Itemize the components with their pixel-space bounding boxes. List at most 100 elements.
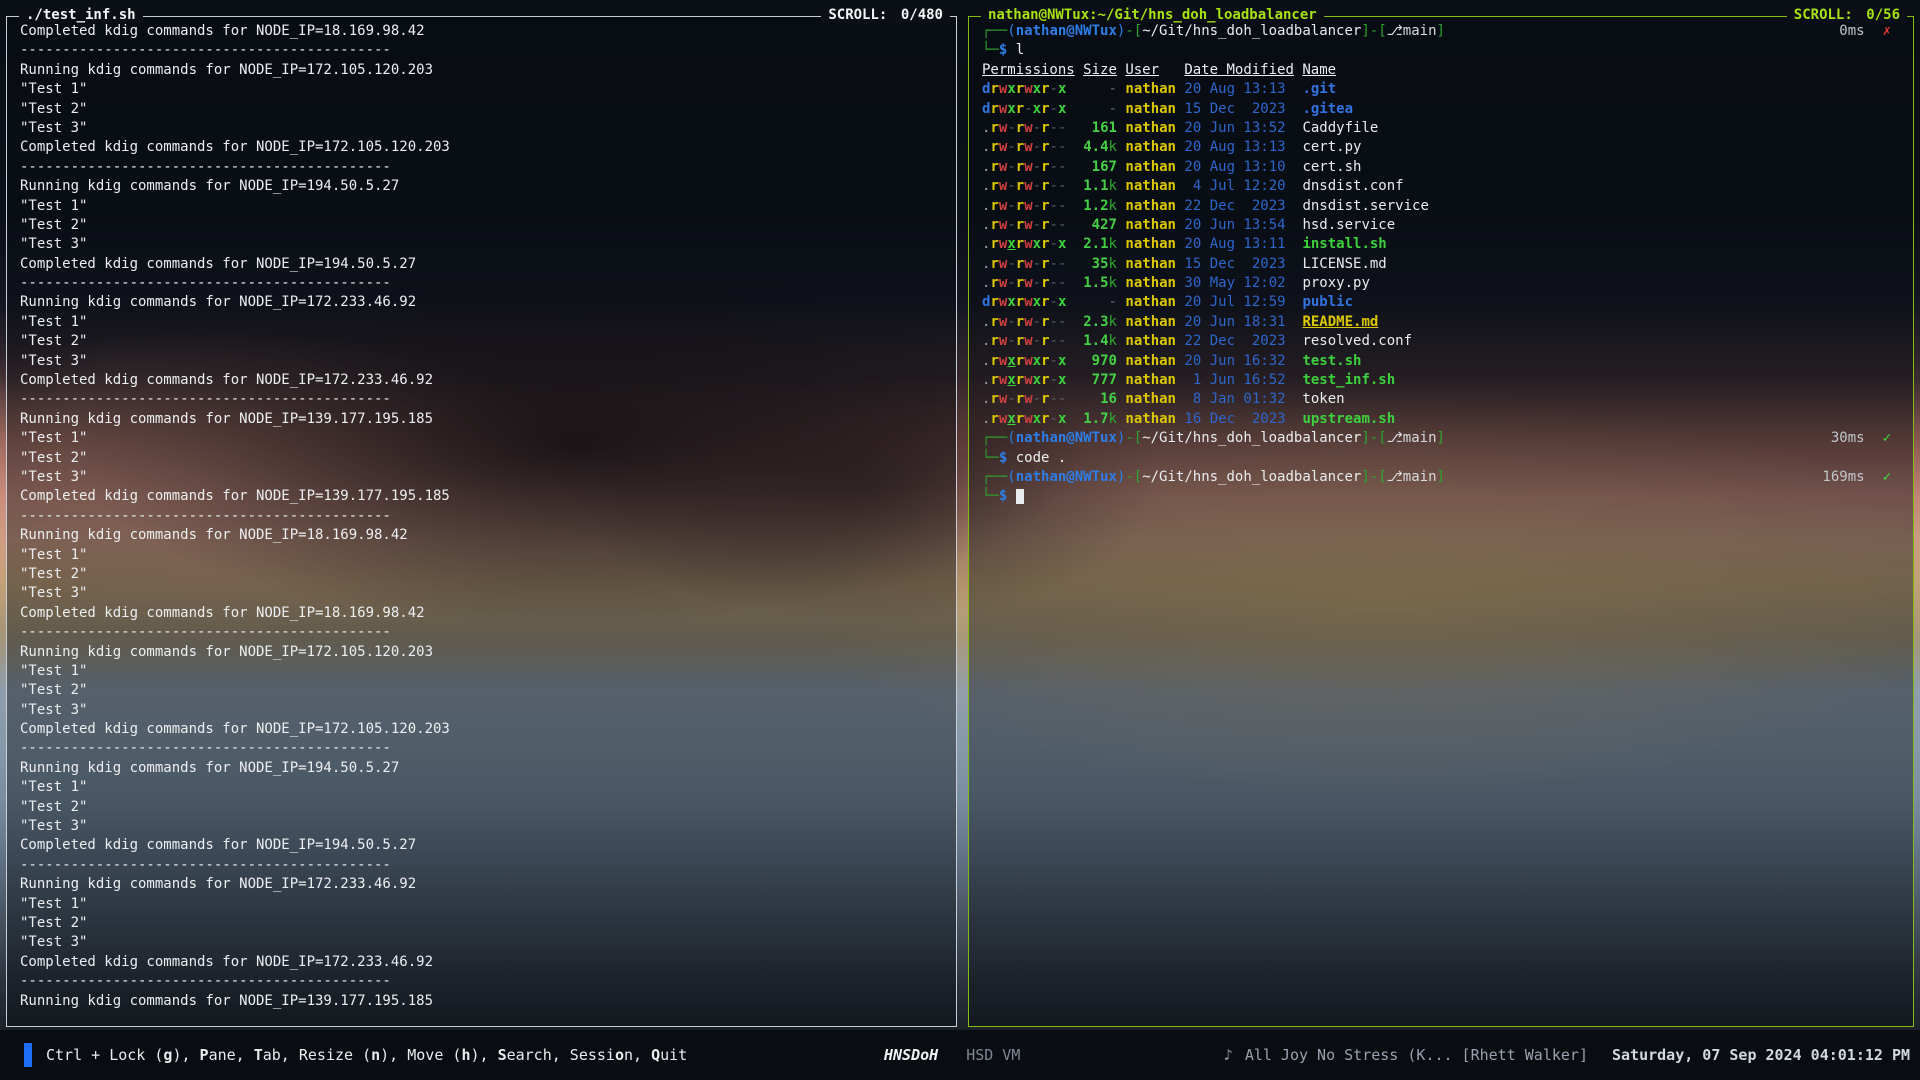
tab-hsd-vm[interactable]: HSD VM [966,1046,1020,1064]
prompt-user-host: nathan@NWTux [1016,430,1117,446]
file-size: 777 [1092,372,1117,388]
terminal-line: "Test 1" [20,778,950,797]
keybinding-label: Ctrl + Lock ( [46,1046,163,1064]
pane-test-inf-script[interactable]: ./test_inf.sh SCROLL:0/480 Completed kdi… [6,16,957,1027]
terminal-line: "Test 3" [20,701,950,720]
terminal-line: "Test 1" [20,429,950,448]
terminal-line: "Test 3" [20,352,950,371]
file-name: dnsdist.conf [1302,178,1403,194]
prompt-user-host: nathan@NWTux [1016,23,1117,39]
file-date: 16 Dec 2023 [1184,411,1285,427]
file-row: .rw-rw-r-- 1.5k nathan 30 May 12:02 prox… [982,274,1907,293]
file-name: .git [1302,81,1336,97]
file-date: 22 Dec 2023 [1184,198,1285,214]
prompt-path: ~/Git/hns_doh_loadbalancer [1142,23,1361,39]
file-date: 22 Dec 2023 [1184,333,1285,349]
file-row: .rw-rw-r-- 167 nathan 20 Aug 13:10 cert.… [982,158,1907,177]
keybinding-label: ), [470,1046,497,1064]
scroll-value: 0/56 [1866,7,1900,23]
terminal-cursor[interactable] [1016,489,1024,504]
file-owner: nathan [1125,81,1176,97]
terminal-line: "Test 2" [20,798,950,817]
file-row: drwxrwxr-x - nathan 20 Aug 13:13 .git [982,80,1907,99]
terminal-line: "Test 2" [20,332,950,351]
terminal-line: ----------------------------------------… [20,623,950,642]
file-row: .rw-rw-r-- 427 nathan 20 Jun 13:54 hsd.s… [982,216,1907,235]
shortcut-key: P [200,1046,209,1064]
terminal-line: Completed kdig commands for NODE_IP=194.… [20,255,950,274]
terminal-line: Completed kdig commands for NODE_IP=172.… [20,720,950,739]
terminal-line: "Test 3" [20,468,950,487]
file-owner: nathan [1125,275,1176,291]
file-name: upstream.sh [1302,411,1395,427]
file-name: Caddyfile [1302,120,1378,136]
command-text: code . [1007,450,1066,466]
file-row: .rw-rw-r-- 16 nathan 8 Jan 01:32 token [982,390,1907,409]
file-row: drwxrwxr-x - nathan 20 Jul 12:59 public [982,293,1907,312]
file-size: 1.1 [1083,178,1108,194]
terminal-line: Completed kdig commands for NODE_IP=18.1… [20,22,950,41]
file-row: .rwxrwxr-x 1.7k nathan 16 Dec 2023 upstr… [982,410,1907,429]
shortcut-key: n [371,1046,380,1064]
file-date: 30 May 12:02 [1184,275,1285,291]
prompt-line: ┌──(nathan@NWTux)-[~/Git/hns_doh_loadbal… [982,429,1907,448]
command-status: 169ms✓ [1822,468,1891,487]
cross-icon: ✗ [1883,22,1891,41]
status-bar: Ctrl + Lock (g), Pane, Tab, Resize (n), … [0,1030,1920,1080]
file-size-unit: k [1109,236,1117,252]
file-owner: nathan [1125,391,1176,407]
terminal-line: Running kdig commands for NODE_IP=172.23… [20,875,950,894]
file-owner: nathan [1125,101,1176,117]
command-text [1007,488,1015,504]
pane-shell[interactable]: nathan@NWTux:~/Git/hns_doh_loadbalancer … [968,16,1914,1027]
file-date: 20 Aug 13:13 [1184,139,1285,155]
git-branch-name: main [1403,469,1437,485]
file-date: 20 Jun 13:54 [1184,217,1285,233]
terminal-line: "Test 2" [20,449,950,468]
keybinding-label: uit [660,1046,687,1064]
terminal-line: "Test 3" [20,584,950,603]
music-note-icon: ♪ [1224,1046,1233,1064]
file-owner: nathan [1125,120,1176,136]
file-size: 970 [1092,353,1117,369]
terminal-line: Running kdig commands for NODE_IP=139.17… [20,410,950,429]
terminal-line: Completed kdig commands for NODE_IP=194.… [20,836,950,855]
prompt-frame: ┌── [982,469,1007,485]
command-line: └─$ [982,487,1907,506]
terminal-line: "Test 2" [20,216,950,235]
terminal-line: Running kdig commands for NODE_IP=194.50… [20,177,950,196]
terminal-line: ----------------------------------------… [20,739,950,758]
file-row: .rw-rw-r-- 161 nathan 20 Jun 13:52 Caddy… [982,119,1907,138]
terminal-line: "Test 2" [20,565,950,584]
tab-hnsdoh[interactable]: HNSDoH [884,1046,938,1064]
file-name: hsd.service [1302,217,1395,233]
column-header: Name [1302,62,1336,78]
terminal-line: "Test 1" [20,895,950,914]
command-status: 0ms✗ [1839,22,1891,41]
file-name: public [1302,294,1353,310]
keybinding-label: n, [624,1046,651,1064]
clock-datetime: Saturday, 07 Sep 2024 04:01:12 PM [1612,1046,1910,1064]
file-size-unit: k [1109,275,1117,291]
file-name: test_inf.sh [1302,372,1395,388]
file-date: 20 Jun 18:31 [1184,314,1285,330]
file-row: .rw-rw-r-- 2.3k nathan 20 Jun 18:31 READ… [982,313,1907,332]
keybinding-text: Ctrl + Lock (g), Pane, Tab, Resize (n), … [46,1046,687,1064]
file-size: 167 [1092,159,1117,175]
file-row: .rw-rw-r-- 35k nathan 15 Dec 2023 LICENS… [982,255,1907,274]
file-size: - [1109,81,1117,97]
terminal-line: Completed kdig commands for NODE_IP=18.1… [20,604,950,623]
file-size: 4.4 [1083,139,1108,155]
terminal-line: "Test 2" [20,914,950,933]
file-size: - [1109,294,1117,310]
terminal-line: "Test 2" [20,100,950,119]
command-text: l [1007,42,1024,58]
command-status: 30ms✓ [1831,429,1891,448]
file-owner: nathan [1125,217,1176,233]
file-size-unit: k [1109,139,1117,155]
terminal-line: ----------------------------------------… [20,507,950,526]
right-pane-scroll-indicator: SCROLL:0/56 [1787,7,1907,23]
terminal-line: Running kdig commands for NODE_IP=172.10… [20,643,950,662]
file-name: LICENSE.md [1302,256,1386,272]
file-size: 2.1 [1083,236,1108,252]
